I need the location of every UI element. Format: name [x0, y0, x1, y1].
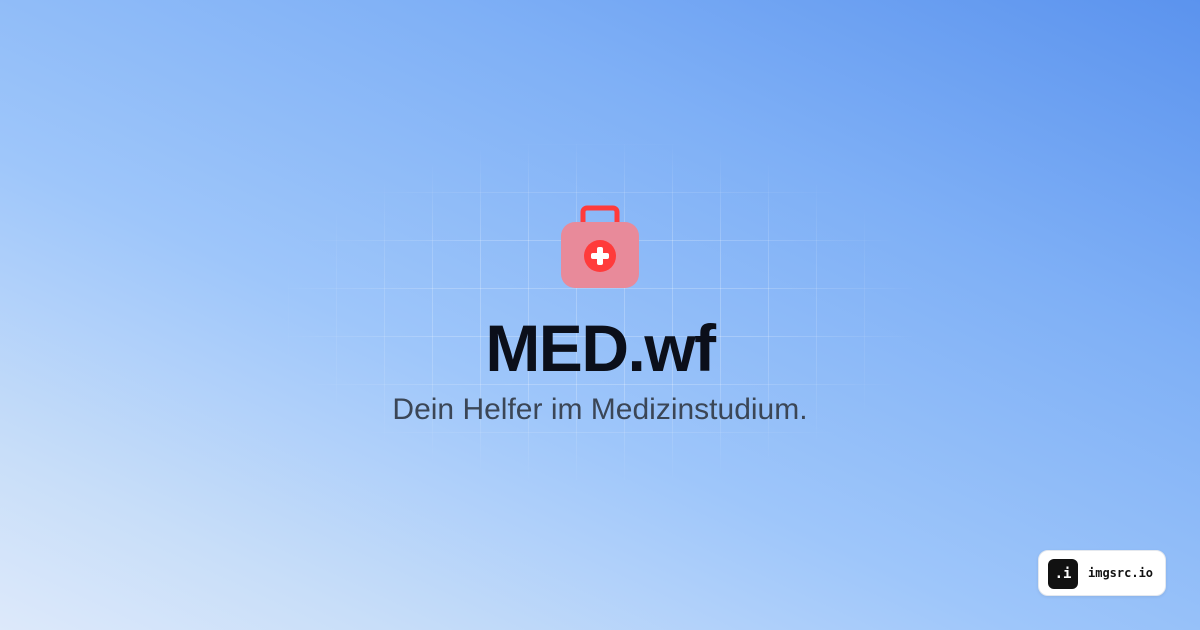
page-title: MED.wf [485, 311, 716, 385]
page-subtitle: Dein Helfer im Medizinstudium. [392, 393, 808, 426]
imgsrc-badge[interactable]: .i imgsrc.io [1038, 550, 1166, 596]
imgsrc-label: imgsrc.io [1088, 566, 1154, 580]
medical-kit-icon [561, 205, 639, 288]
imgsrc-logo-icon: .i [1048, 559, 1078, 589]
